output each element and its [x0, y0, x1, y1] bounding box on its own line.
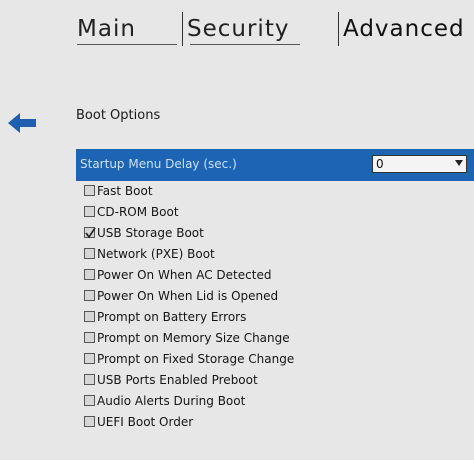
checkbox-unchecked[interactable] [84, 374, 95, 385]
chevron-down-icon [455, 160, 463, 166]
boot-option-label: Network (PXE) Boot [97, 247, 215, 261]
boot-option-label: USB Storage Boot [97, 226, 204, 240]
tab-main[interactable]: Main [77, 14, 136, 44]
boot-option-label: CD-ROM Boot [97, 205, 179, 219]
back-arrow-icon[interactable] [8, 112, 38, 134]
boot-option-label: UEFI Boot Order [97, 415, 194, 429]
tab-advanced[interactable]: Advanced [343, 14, 465, 44]
tab-security[interactable]: Security [187, 14, 289, 44]
checkbox-unchecked[interactable] [84, 290, 95, 301]
boot-option-label: Prompt on Battery Errors [97, 310, 247, 324]
tab-separator [338, 12, 339, 46]
checkbox-unchecked[interactable] [84, 185, 95, 196]
checkbox-unchecked[interactable] [84, 311, 95, 322]
startup-menu-delay-select[interactable]: 0 [372, 155, 467, 173]
checkbox-unchecked[interactable] [84, 416, 95, 427]
tab-separator [182, 12, 183, 46]
boot-option-label: USB Ports Enabled Preboot [97, 373, 258, 387]
checkbox-unchecked[interactable] [84, 206, 95, 217]
checkbox-unchecked[interactable] [84, 395, 95, 406]
tab-bar: Main Security Advanced [0, 0, 474, 50]
startup-menu-delay-label: Startup Menu Delay (sec.) [80, 157, 237, 171]
boot-option-label: Prompt on Memory Size Change [97, 331, 290, 345]
checkbox-checked[interactable] [84, 227, 96, 239]
boot-options-title: Boot Options [76, 108, 161, 123]
boot-option-label: Fast Boot [97, 184, 153, 198]
boot-option-label: Power On When AC Detected [97, 268, 272, 282]
checkbox-unchecked[interactable] [84, 248, 95, 259]
tab-underline [77, 44, 177, 45]
checkbox-unchecked[interactable] [84, 332, 95, 343]
startup-menu-delay-value: 0 [376, 157, 384, 171]
boot-option-label: Audio Alerts During Boot [97, 394, 246, 408]
boot-option-label: Power On When Lid is Opened [97, 289, 279, 303]
checkbox-unchecked[interactable] [84, 269, 95, 280]
tab-underline [190, 44, 300, 45]
startup-menu-delay-row[interactable]: Startup Menu Delay (sec.) 0 [76, 149, 474, 181]
boot-option-label: Prompt on Fixed Storage Change [97, 352, 295, 366]
checkbox-unchecked[interactable] [84, 353, 95, 364]
checkmark-icon [85, 227, 96, 239]
